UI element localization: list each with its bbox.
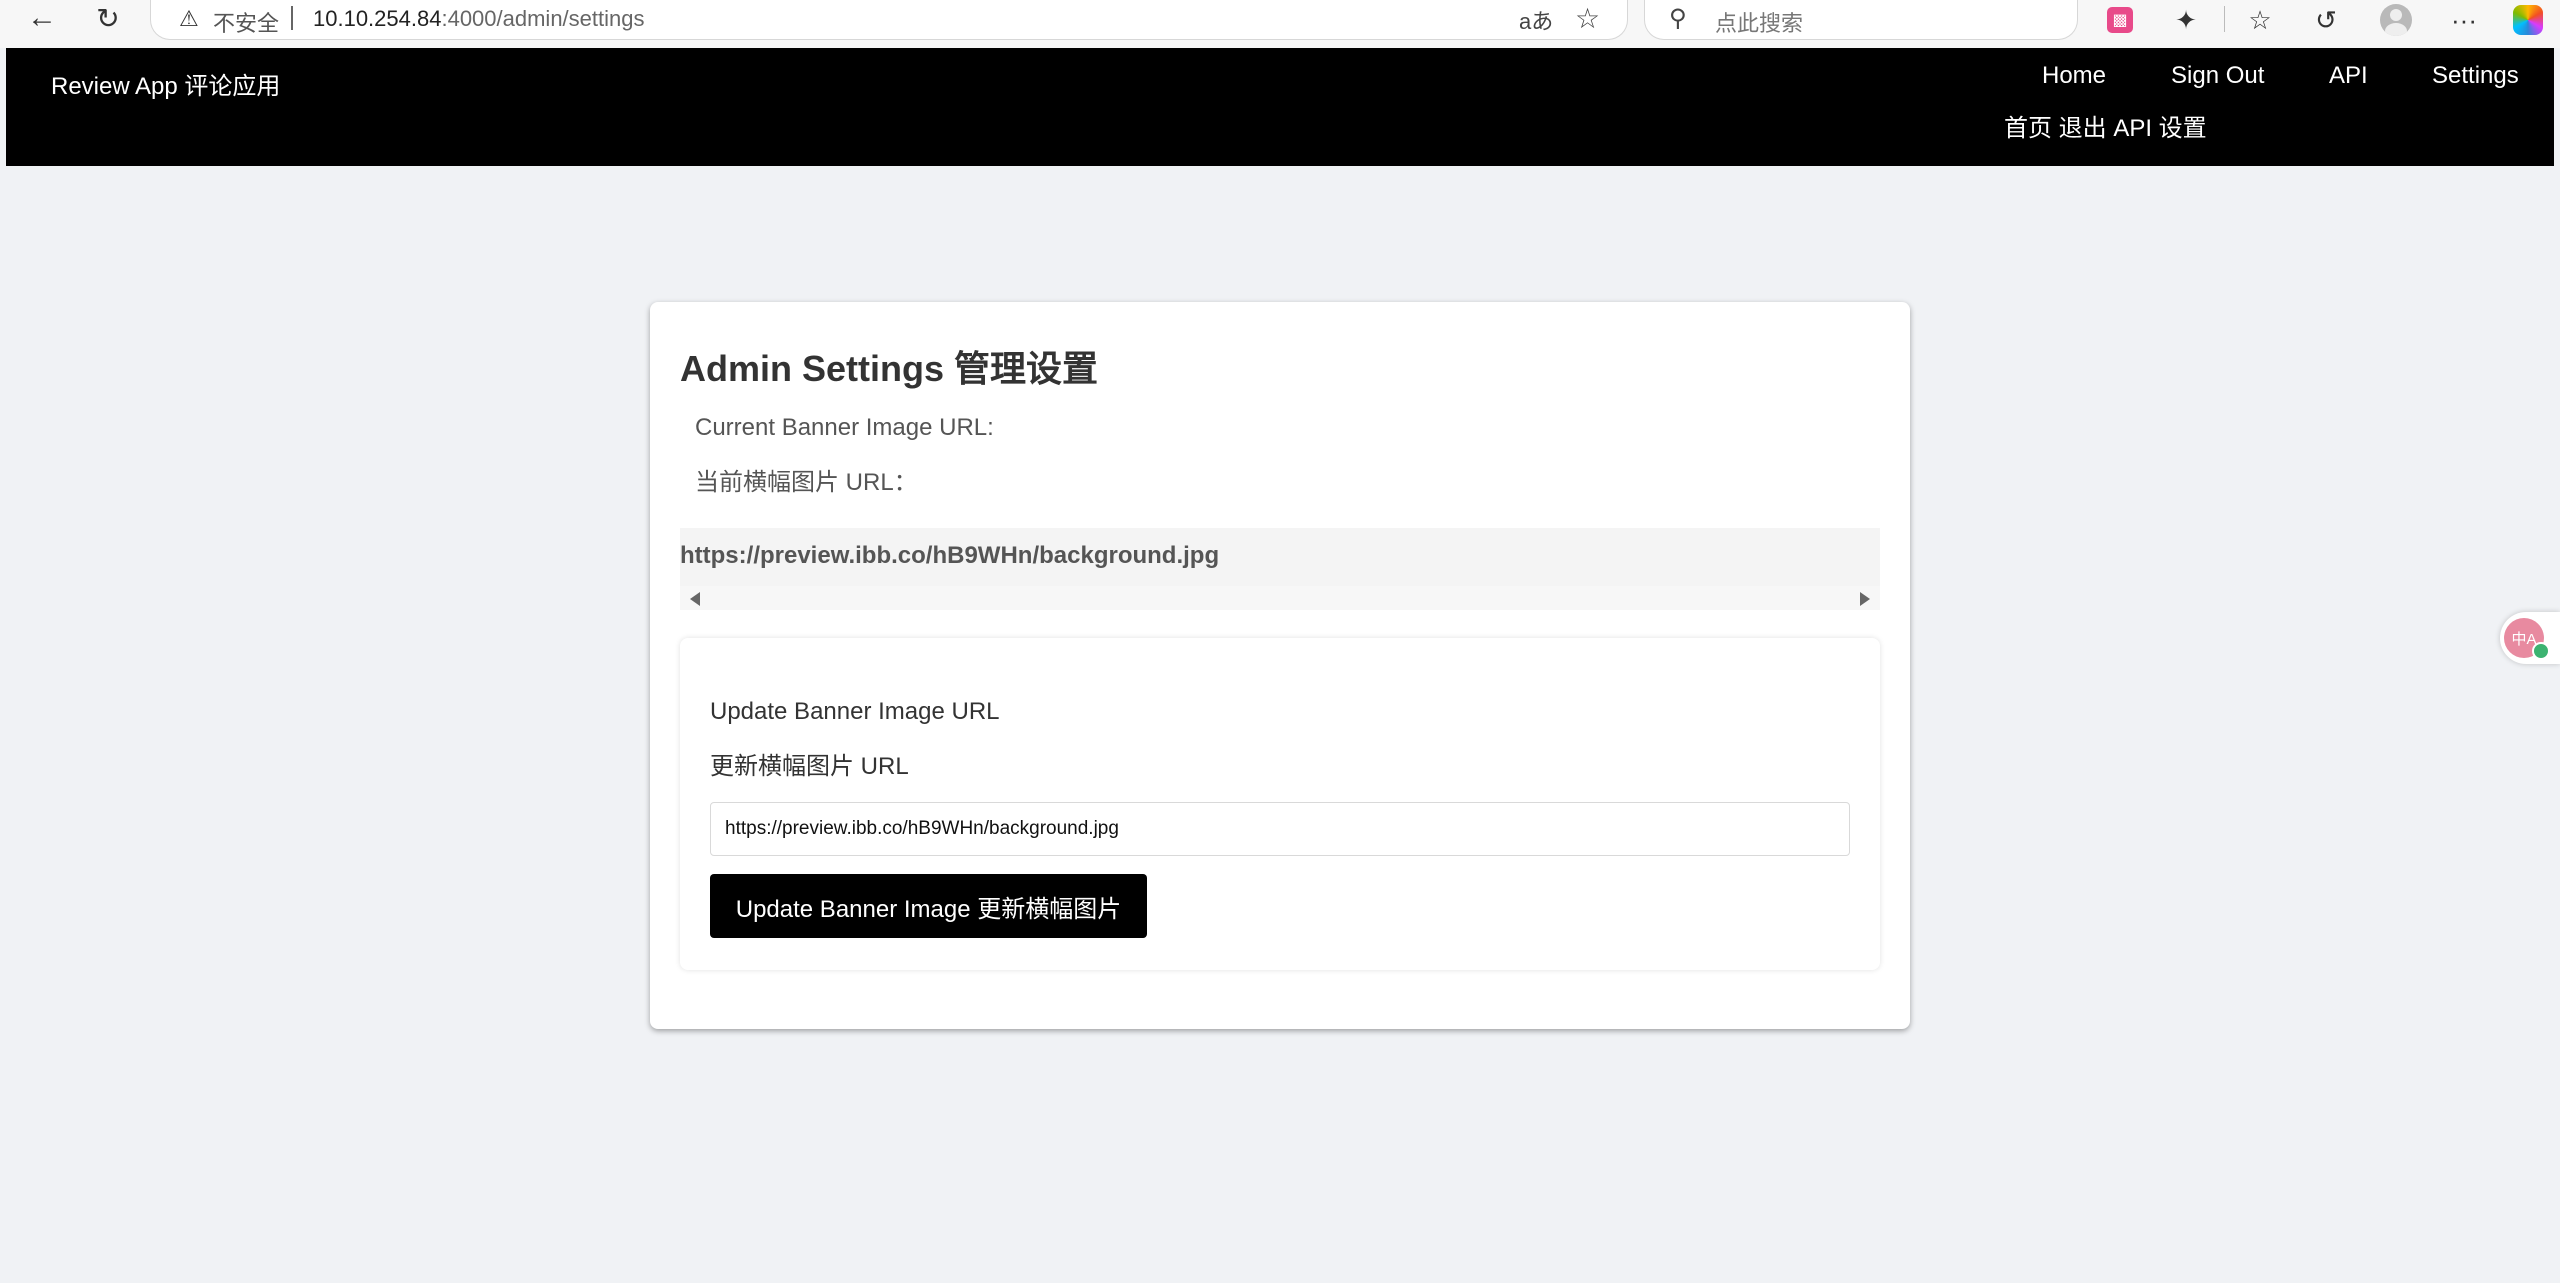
scroll-right-icon[interactable] (1860, 592, 1870, 606)
nav-chinese-labels: 首页 退出 API 设置 (2004, 115, 2207, 142)
read-aloud-icon[interactable]: aあ (1519, 4, 1553, 36)
check-icon (2532, 642, 2550, 660)
warning-icon[interactable]: ⚠ (179, 6, 199, 32)
brand-title[interactable]: Review App 评论应用 (51, 66, 280, 101)
current-url-label: Current Banner Image URL: (695, 414, 994, 441)
current-url-label-cn: 当前横幅图片 URL： (695, 469, 918, 496)
insecure-label[interactable]: 不安全 (213, 6, 279, 38)
favorite-star-icon[interactable]: ☆ (1575, 2, 1600, 35)
history-icon[interactable]: ↺ (2306, 2, 2346, 38)
update-banner-button[interactable]: Update Banner Image 更新横幅图片 (710, 874, 1147, 938)
banner-url-input[interactable] (710, 802, 1850, 856)
url-path: :4000/admin/settings (441, 6, 645, 31)
url-host: 10.10.254.84 (313, 6, 442, 31)
nav-home[interactable]: Home (2042, 62, 2106, 90)
current-url-box: https://preview.ibb.co/hB9WHn/background… (680, 528, 1880, 586)
scroll-left-icon[interactable] (690, 592, 700, 606)
nav-sign-out[interactable]: Sign Out (2171, 62, 2264, 90)
horizontal-scrollbar[interactable] (680, 586, 1880, 610)
toolbar-divider (2224, 6, 2225, 32)
update-url-label: Update Banner Image URL (710, 698, 1000, 725)
app-header: Review App 评论应用 Home Sign Out API Settin… (6, 48, 2554, 166)
nav-api[interactable]: API (2329, 62, 2368, 90)
address-bar[interactable]: ⚠ 不安全 10.10.254.84:4000/admin/settings a… (150, 0, 1628, 40)
search-icon: ⚲ (1669, 5, 1687, 32)
extension-icon[interactable]: ▩ (2100, 2, 2140, 38)
address-separator (291, 6, 293, 30)
admin-settings-card: Admin Settings 管理设置 Current Banner Image… (650, 302, 1910, 1029)
copilot-icon[interactable] (2508, 2, 2548, 38)
current-url-value: https://preview.ibb.co/hB9WHn/background… (680, 542, 1220, 569)
favorites-icon[interactable]: ☆ (2240, 2, 2280, 38)
page-title: Admin Settings 管理设置 (680, 348, 1099, 389)
url-text[interactable]: 10.10.254.84:4000/admin/settings (313, 6, 645, 32)
search-placeholder: 点此搜索 (1715, 11, 1804, 36)
browser-toolbar: ← ↻ ⚠ 不安全 10.10.254.84:4000/admin/settin… (0, 0, 2560, 48)
update-banner-form: Update Banner Image URL 更新横幅图片 URL Updat… (680, 638, 1880, 970)
puzzle-icon[interactable]: ✦ (2166, 2, 2206, 38)
back-icon[interactable]: ← (18, 0, 66, 36)
profile-icon[interactable] (2376, 2, 2416, 38)
update-url-label-cn: 更新横幅图片 URL (710, 753, 909, 780)
browser-search-box[interactable]: ⚲ 点此搜索 (1644, 0, 2078, 40)
translate-widget[interactable]: 中A (2500, 612, 2560, 664)
refresh-icon[interactable]: ↻ (84, 0, 132, 36)
nav-settings[interactable]: Settings (2432, 62, 2519, 90)
more-icon[interactable]: ··· (2444, 2, 2484, 38)
